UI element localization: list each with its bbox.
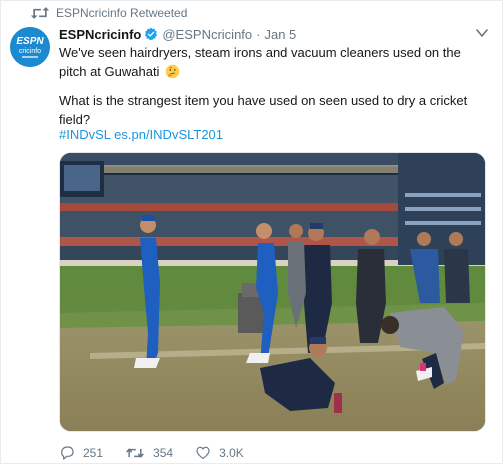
stadium-photo xyxy=(60,153,485,431)
retweet-context: ESPNcricinfo Retweeted xyxy=(30,5,187,21)
tweet-card[interactable]: ESPNcricinfo Retweeted ESPN cricinfo ESP… xyxy=(0,0,503,464)
tweet-header: ESPNcricinfo @ESPNcricinfo · Jan 5 xyxy=(59,25,472,43)
author-name[interactable]: ESPNcricinfo xyxy=(59,27,141,42)
tweet-links[interactable]: #INDvSL es.pn/INDvSLT201 xyxy=(59,125,486,144)
avatar-logo-bottom: cricinfo xyxy=(19,48,41,55)
like-count: 3.0K xyxy=(219,446,244,460)
avatar-logo-top: ESPN xyxy=(16,36,44,47)
tweet-text-line-1: We've seen hairdryers, steam irons and v… xyxy=(59,43,486,81)
author-handle[interactable]: @ESPNcricinfo xyxy=(162,27,252,42)
retweet-button[interactable]: 354 xyxy=(125,445,173,461)
reply-button[interactable]: 251 xyxy=(59,445,103,461)
verified-badge-icon xyxy=(145,27,158,41)
tweet-photo[interactable] xyxy=(59,152,486,432)
avatar[interactable]: ESPN cricinfo xyxy=(10,27,50,67)
tweet-text-line-2: What is the strangest item you have used… xyxy=(59,93,468,127)
reply-icon xyxy=(61,446,74,460)
tweet-actions: 251 354 3.0K xyxy=(59,444,266,462)
heart-icon xyxy=(196,446,210,459)
thinking-face-icon xyxy=(165,64,180,79)
retweet-action-icon xyxy=(126,448,144,458)
tweet-text-1: We've seen hairdryers, steam irons and v… xyxy=(59,45,461,79)
like-button[interactable]: 3.0K xyxy=(195,445,244,461)
chevron-down-icon[interactable] xyxy=(476,28,488,38)
reply-count: 251 xyxy=(83,446,104,460)
header-separator: · xyxy=(256,26,261,42)
tweet-date[interactable]: Jan 5 xyxy=(264,27,296,42)
retweet-icon xyxy=(30,7,50,19)
retweet-count: 354 xyxy=(153,446,174,460)
retweet-label[interactable]: ESPNcricinfo Retweeted xyxy=(56,6,187,20)
